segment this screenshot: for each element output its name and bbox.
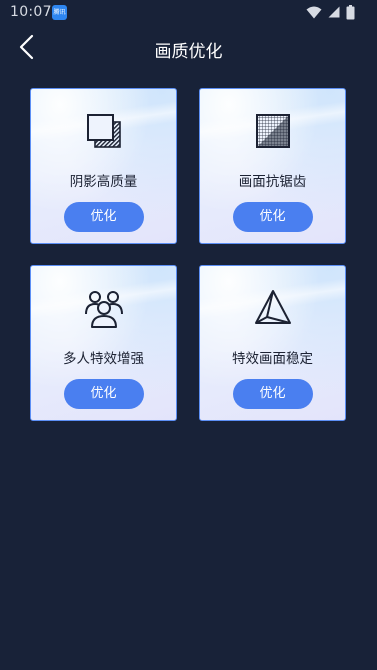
header: 画质优化 [0, 26, 377, 68]
multi-user-icon [84, 291, 123, 328]
optimize-shadow-button[interactable]: 优化 [63, 202, 144, 232]
status-icons [306, 4, 355, 20]
card-multi-player-effects: 多人特效增强 优化 [30, 265, 177, 421]
wifi-icon [306, 6, 322, 18]
card-effects-stability: 特效画面稳定 优化 [199, 265, 346, 421]
status-time: 10:07 [10, 4, 52, 20]
app-notification-icon: 腾讯 [52, 5, 67, 20]
page-title: 画质优化 [154, 42, 223, 62]
card-title: 特效画面稳定 [232, 351, 313, 367]
optimize-multiplayer-button[interactable]: 优化 [63, 379, 144, 409]
battery-icon [346, 4, 355, 19]
status-bar: 10:07 腾讯 [0, 0, 377, 26]
optimize-stability-button[interactable]: 优化 [232, 379, 313, 409]
antialias-pixel-icon [255, 114, 290, 148]
card-title: 画面抗锯齿 [238, 174, 307, 190]
card-title: 多人特效增强 [63, 351, 144, 367]
pyramid-icon [254, 290, 291, 324]
optimize-antialias-button[interactable]: 优化 [232, 202, 313, 232]
card-title: 阴影高质量 [69, 174, 138, 190]
card-shadow-quality: 阴影高质量 优化 [30, 88, 177, 244]
cellular-signal-icon [328, 6, 340, 18]
shadow-squares-icon [86, 114, 121, 148]
card-antialiasing: 画面抗锯齿 优化 [199, 88, 346, 244]
